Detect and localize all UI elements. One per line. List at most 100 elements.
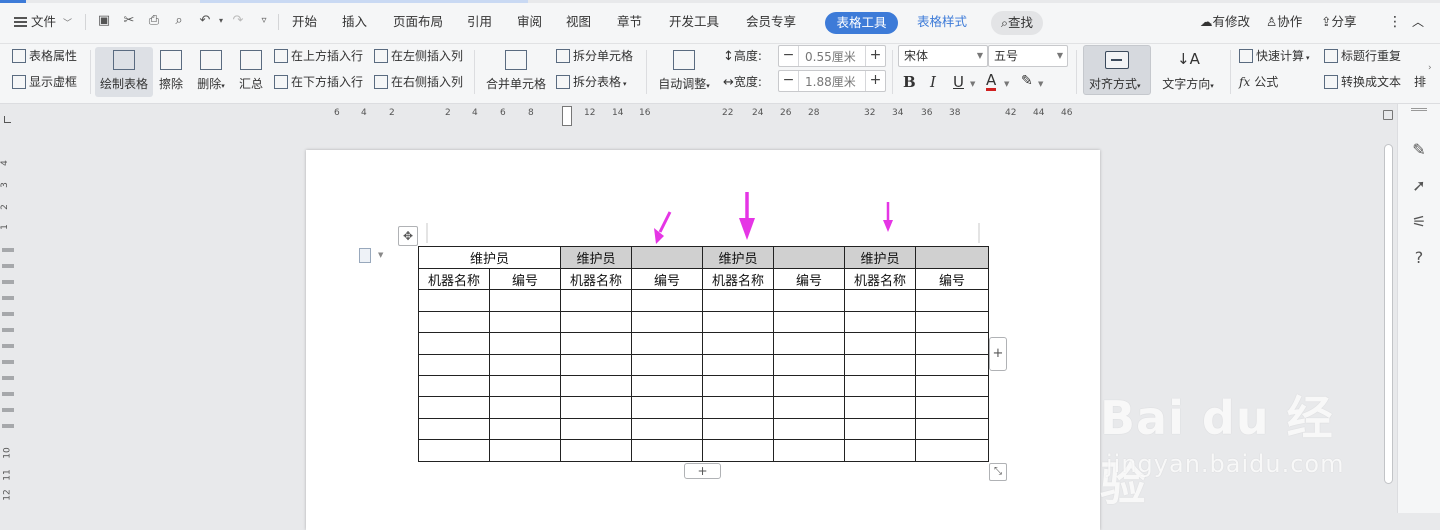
table-cell[interactable] bbox=[631, 396, 704, 419]
table-cell[interactable] bbox=[844, 289, 917, 312]
table-cell[interactable] bbox=[560, 353, 633, 376]
settings-sliders-icon[interactable]: ⚟ bbox=[1409, 212, 1429, 232]
table-cell[interactable]: 编号 bbox=[488, 267, 562, 291]
erase-button[interactable]: 擦除 bbox=[156, 50, 186, 92]
table-cell[interactable] bbox=[488, 332, 562, 355]
table-cell[interactable] bbox=[702, 289, 775, 312]
table-cell[interactable] bbox=[560, 332, 633, 355]
share-button[interactable]: ⇪分享 bbox=[1321, 12, 1357, 32]
table-cell[interactable] bbox=[418, 353, 490, 376]
ruler-corner-icon[interactable] bbox=[4, 116, 11, 123]
tab-table-tools[interactable]: 表格工具 bbox=[825, 12, 898, 34]
ruler-row-marker[interactable] bbox=[2, 376, 14, 380]
ruler-row-marker[interactable] bbox=[2, 248, 14, 252]
format-painter-icon[interactable]: ✂ bbox=[120, 12, 138, 30]
highlight-icon[interactable]: ✎ bbox=[1021, 73, 1033, 89]
table-cell[interactable] bbox=[773, 374, 846, 398]
table-cell[interactable] bbox=[844, 374, 917, 398]
table-cell[interactable] bbox=[631, 439, 704, 462]
insert-row-below-button[interactable]: 在下方插入行 bbox=[274, 74, 363, 90]
table-cell[interactable] bbox=[418, 289, 490, 312]
bold-icon[interactable]: B bbox=[903, 73, 916, 91]
horizontal-ruler[interactable] bbox=[0, 104, 1400, 124]
table-cell[interactable] bbox=[560, 289, 633, 312]
table-cell[interactable]: 机器名称 bbox=[702, 267, 775, 291]
table-cell[interactable] bbox=[844, 332, 917, 355]
chevron-down-icon[interactable]: ▼ bbox=[1004, 80, 1009, 88]
table-cell[interactable] bbox=[418, 439, 490, 462]
split-cells-button[interactable]: 拆分单元格 bbox=[556, 48, 633, 64]
redo-icon[interactable]: ↷ bbox=[229, 12, 247, 30]
width-value[interactable]: 1.88厘米 bbox=[805, 73, 856, 90]
pen-icon[interactable]: ✎ bbox=[1409, 140, 1429, 160]
tab-page-layout[interactable]: 页面布局 bbox=[393, 12, 443, 32]
delete-button[interactable]: 删除▾ bbox=[193, 50, 229, 92]
underline-icon[interactable]: U bbox=[953, 73, 964, 91]
align-button[interactable]: 对齐方式▾ bbox=[1083, 45, 1151, 95]
ruler-row-marker[interactable] bbox=[2, 360, 14, 364]
table-cell[interactable] bbox=[915, 289, 990, 312]
table-cell[interactable]: 编号 bbox=[915, 267, 990, 291]
table-cell[interactable] bbox=[560, 396, 633, 419]
chevron-down-icon[interactable]: ▼ bbox=[1038, 80, 1043, 88]
print-icon[interactable]: ⎙ bbox=[145, 12, 163, 30]
table-cell[interactable]: 维护员 bbox=[560, 246, 633, 269]
table-cell[interactable] bbox=[560, 310, 633, 334]
table-cell[interactable] bbox=[488, 374, 562, 398]
table-cell[interactable] bbox=[488, 289, 562, 312]
table-cell[interactable]: 编号 bbox=[773, 267, 846, 291]
table-cell[interactable] bbox=[631, 289, 704, 312]
draw-table-button[interactable]: 绘制表格 bbox=[97, 50, 151, 92]
table-cell[interactable]: 维护员 bbox=[417, 246, 562, 269]
data-table[interactable]: 维护员 维护员 维护员 维护员 机器名称 编号 机器名称 编号 机器名称 编号 … bbox=[417, 246, 990, 462]
table-cell[interactable] bbox=[631, 417, 704, 441]
font-size-select[interactable]: 五号 ▼ bbox=[988, 45, 1068, 67]
table-cell[interactable] bbox=[702, 439, 775, 462]
indent-marker[interactable] bbox=[562, 106, 572, 126]
convert-to-text-button[interactable]: 转换成文本 bbox=[1324, 74, 1401, 90]
search-button[interactable]: ⌕查找 bbox=[991, 11, 1043, 35]
table-cell[interactable]: 机器名称 bbox=[560, 267, 633, 291]
table-cell[interactable] bbox=[773, 332, 846, 355]
add-row-button[interactable]: + bbox=[684, 463, 721, 479]
table-cell[interactable] bbox=[915, 332, 990, 355]
file-menu[interactable]: 文件 ﹀ bbox=[14, 12, 72, 32]
col-width-stepper[interactable]: − 1.88厘米 + bbox=[778, 70, 886, 92]
table-cell[interactable] bbox=[418, 332, 490, 355]
document-icon[interactable] bbox=[359, 248, 371, 263]
table-cell[interactable] bbox=[560, 417, 633, 441]
table-cell[interactable] bbox=[915, 396, 990, 419]
vertical-scrollbar[interactable] bbox=[1381, 124, 1395, 513]
table-cell[interactable] bbox=[418, 310, 490, 334]
height-value[interactable]: 0.55厘米 bbox=[805, 48, 856, 65]
add-column-button[interactable]: + bbox=[989, 337, 1007, 371]
collapse-ribbon-icon[interactable]: ︿ bbox=[1412, 12, 1424, 32]
table-cell[interactable] bbox=[844, 310, 917, 334]
decrease-height-button[interactable]: − bbox=[779, 46, 799, 66]
tab-references[interactable]: 引用 bbox=[467, 12, 492, 32]
table-cell[interactable] bbox=[631, 353, 704, 376]
table-cell[interactable] bbox=[844, 439, 917, 462]
table-cell[interactable] bbox=[488, 353, 562, 376]
table-cell[interactable] bbox=[702, 417, 775, 441]
font-name-select[interactable]: 宋体 ▼ bbox=[898, 45, 988, 67]
table-cell[interactable] bbox=[844, 396, 917, 419]
table-cell[interactable] bbox=[702, 332, 775, 355]
table-cell[interactable] bbox=[915, 417, 990, 441]
print-preview-icon[interactable]: ⌕ bbox=[170, 12, 188, 30]
tab-insert[interactable]: 插入 bbox=[342, 12, 367, 32]
table-cell[interactable] bbox=[631, 374, 704, 398]
tab-chapter[interactable]: 章节 bbox=[617, 12, 642, 32]
tab-start[interactable]: 开始 bbox=[292, 12, 317, 32]
increase-height-button[interactable]: + bbox=[865, 46, 885, 66]
tab-table-style[interactable]: 表格样式 bbox=[917, 12, 967, 32]
table-cell[interactable] bbox=[418, 374, 490, 398]
table-cell[interactable] bbox=[773, 439, 846, 462]
table-cell[interactable] bbox=[844, 417, 917, 441]
table-cell[interactable] bbox=[488, 439, 562, 462]
table-cell[interactable]: 机器名称 bbox=[844, 267, 917, 291]
table-cell[interactable] bbox=[915, 374, 990, 398]
collaborate-button[interactable]: ♙协作 bbox=[1266, 12, 1302, 32]
table-cell[interactable] bbox=[560, 374, 633, 398]
table-cell[interactable] bbox=[631, 246, 704, 269]
